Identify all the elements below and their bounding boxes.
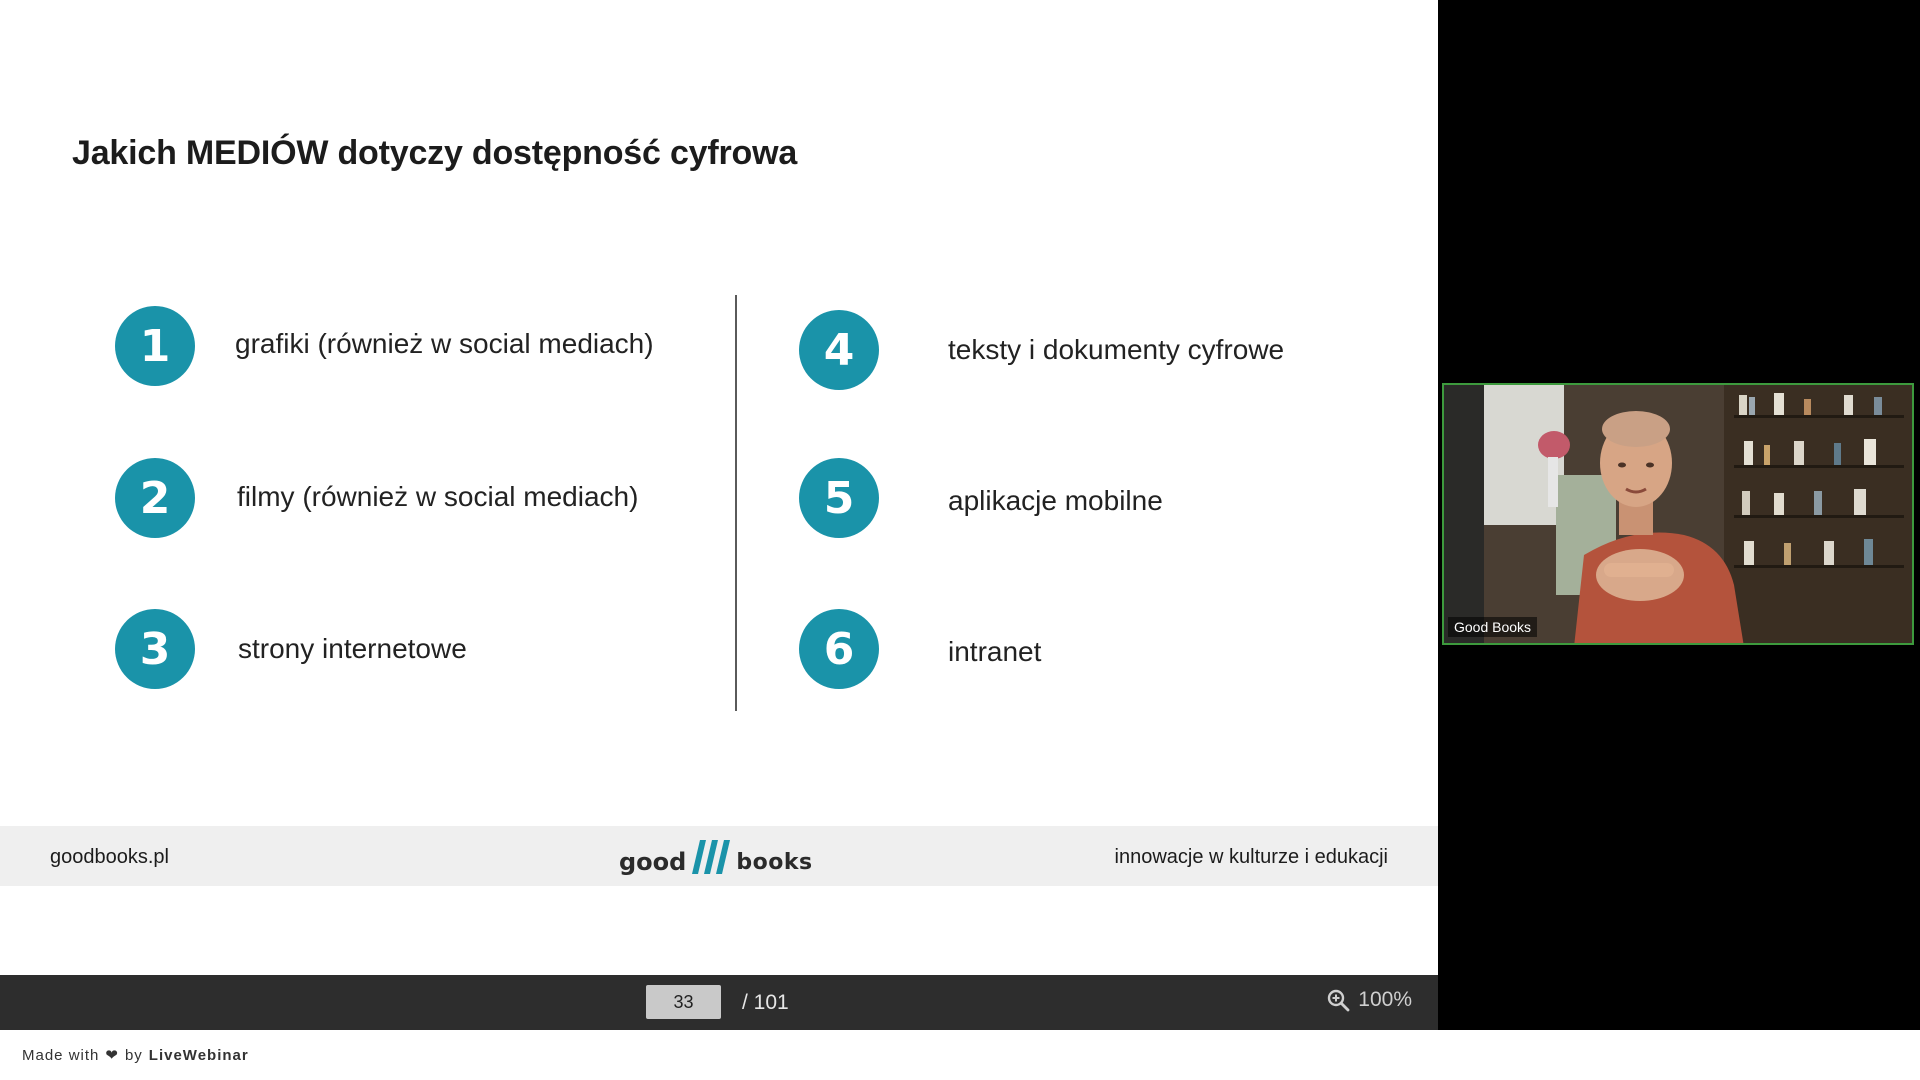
list-item: 3 strony internetowe: [115, 609, 467, 689]
column-divider: [735, 295, 737, 711]
page-total: / 101: [742, 991, 789, 1014]
presentation-toolbar: / 101 100%: [0, 975, 1438, 1030]
zoom-button[interactable]: 100%: [1326, 988, 1412, 1012]
number-badge: 1: [115, 306, 195, 386]
item-label: grafiki (również w social mediach): [235, 328, 654, 359]
slide-footer: goodbooks.pl good books innowacje w kult…: [0, 826, 1438, 886]
list-item: 2 filmy (również w social mediach): [115, 458, 638, 538]
list-item: 1 grafiki (również w social mediach): [115, 306, 654, 386]
logo-word-books: books: [736, 850, 813, 875]
page-number-input[interactable]: [646, 985, 721, 1019]
item-label: filmy (również w social mediach): [237, 481, 639, 512]
branding-bar: Made with ❤ by LiveWebinar: [0, 1030, 1920, 1080]
slide-title: Jakich MEDIÓW dotyczy dostępność cyfrowa: [72, 134, 798, 172]
video-feed-image: [1444, 385, 1912, 643]
zoom-in-icon: [1328, 989, 1350, 1012]
list-item: 6 intranet: [799, 609, 1041, 689]
footer-website: goodbooks.pl: [50, 846, 169, 868]
number-badge: 3: [115, 609, 195, 689]
brand-name: LiveWebinar: [148, 1046, 249, 1064]
item-label: intranet: [948, 636, 1042, 667]
number-badge: 2: [115, 458, 195, 538]
item-label: aplikacje mobilne: [948, 485, 1163, 516]
list-item: 5 aplikacje mobilne: [799, 458, 1163, 538]
footer-tagline: innowacje w kulturze i edukacji: [1114, 846, 1388, 868]
list-item: 4 teksty i dokumenty cyfrowe: [799, 310, 1284, 390]
made-with-text: Made with: [22, 1046, 100, 1064]
made-with-link[interactable]: Made with ❤ by LiveWebinar: [22, 1046, 249, 1065]
goodbooks-logo: good books: [619, 836, 813, 876]
zoom-level: 100%: [1358, 988, 1412, 1011]
heart-icon: ❤: [105, 1047, 119, 1064]
participant-name-label: Good Books: [1448, 617, 1538, 637]
participant-video[interactable]: Good Books: [1442, 383, 1914, 645]
item-label: strony internetowe: [238, 633, 467, 664]
slide-canvas: Jakich MEDIÓW dotyczy dostępność cyfrowa…: [0, 0, 1438, 975]
logo-word-good: good: [619, 848, 687, 876]
number-badge: 5: [799, 458, 879, 538]
item-label: teksty i dokumenty cyfrowe: [948, 334, 1285, 365]
number-badge: 6: [799, 609, 879, 689]
number-badge: 4: [799, 310, 879, 390]
by-text: by: [124, 1046, 143, 1064]
logo-bars-icon: [692, 840, 731, 874]
